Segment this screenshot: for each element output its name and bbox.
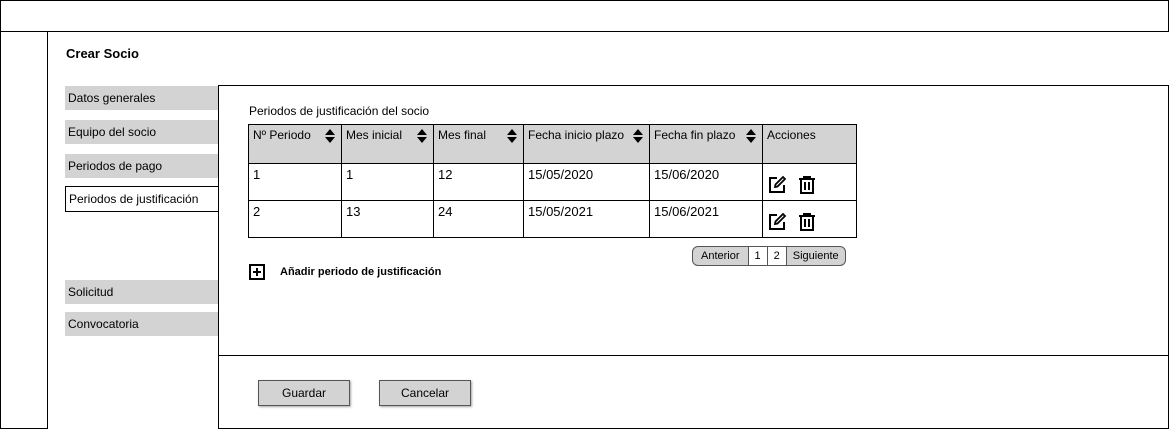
cell-fecha-fin: 15/06/2020 <box>649 163 763 201</box>
column-header-fecha-inicio-plazo[interactable]: Fecha inicio plazo <box>523 124 650 164</box>
edit-icon[interactable] <box>767 212 787 232</box>
nav-item-periodos-de-pago[interactable]: Periodos de pago <box>65 154 218 178</box>
table-header-row: Nº Periodo Mes inicial Mes final Fecha i… <box>248 124 857 164</box>
column-header-fecha-fin-plazo[interactable]: Fecha fin plazo <box>649 124 763 164</box>
cell-periodo: 2 <box>248 200 342 238</box>
pagination-page-2[interactable]: 2 <box>766 247 786 265</box>
cell-fecha-inicio: 15/05/2020 <box>523 163 650 201</box>
column-label: Nº Periodo <box>253 128 311 142</box>
nav-item-equipo-del-socio[interactable]: Equipo del socio <box>65 120 218 144</box>
column-label: Acciones <box>767 128 816 142</box>
cell-mes-final: 24 <box>433 200 524 238</box>
footer-panel <box>218 355 1169 429</box>
top-bar <box>0 0 1169 32</box>
pagination: Anterior 1 2 Siguiente <box>692 246 846 266</box>
column-label: Fecha inicio plazo <box>528 128 625 142</box>
delete-icon[interactable] <box>797 175 817 195</box>
table-row: 2 13 24 15/05/2021 15/06/2021 <box>248 200 857 238</box>
nav-item-periodos-de-justificacion[interactable]: Periodos de justificación <box>65 186 218 212</box>
column-label: Mes final <box>438 128 487 142</box>
nav-item-datos-generales[interactable]: Datos generales <box>65 86 218 110</box>
nav-item-convocatoria[interactable]: Convocatoria <box>65 312 218 336</box>
cell-periodo: 1 <box>248 163 342 201</box>
add-period-button[interactable]: Añadir periodo de justificación <box>249 264 441 280</box>
column-label: Fecha fin plazo <box>654 128 736 142</box>
delete-icon[interactable] <box>797 212 817 232</box>
page-title: Crear Socio <box>66 46 139 61</box>
sort-icon[interactable] <box>507 129 517 143</box>
nav-item-solicitud[interactable]: Solicitud <box>65 280 218 304</box>
add-icon[interactable] <box>249 264 265 280</box>
sort-icon[interactable] <box>325 129 335 143</box>
save-button[interactable]: Guardar <box>258 380 350 406</box>
sort-icon[interactable] <box>633 129 643 143</box>
cell-mes-inicial: 1 <box>341 163 434 201</box>
cell-mes-final: 12 <box>433 163 524 201</box>
sort-icon[interactable] <box>417 129 427 143</box>
cancel-button[interactable]: Cancelar <box>379 380 471 406</box>
cell-acciones <box>762 200 857 238</box>
cell-acciones <box>762 163 857 201</box>
column-header-acciones: Acciones <box>762 124 857 164</box>
cell-fecha-fin: 15/06/2021 <box>649 200 763 238</box>
pagination-page-1[interactable]: 1 <box>747 247 767 265</box>
column-header-mes-final[interactable]: Mes final <box>433 124 524 164</box>
section-label: Periodos de justificación del socio <box>249 104 430 118</box>
cell-mes-inicial: 13 <box>341 200 434 238</box>
column-label: Mes inicial <box>346 128 403 142</box>
sort-icon[interactable] <box>746 129 756 143</box>
cell-fecha-inicio: 15/05/2021 <box>523 200 650 238</box>
pagination-next-button[interactable]: Siguiente <box>785 247 845 265</box>
column-header-periodo[interactable]: Nº Periodo <box>248 124 342 164</box>
periods-table: Nº Periodo Mes inicial Mes final Fecha i… <box>248 124 857 238</box>
table-row: 1 1 12 15/05/2020 15/06/2020 <box>248 163 857 201</box>
pagination-prev-button[interactable]: Anterior <box>693 247 748 265</box>
left-sidebar <box>0 32 48 429</box>
column-header-mes-inicial[interactable]: Mes inicial <box>341 124 434 164</box>
edit-icon[interactable] <box>767 175 787 195</box>
add-period-label: Añadir periodo de justificación <box>280 266 442 278</box>
